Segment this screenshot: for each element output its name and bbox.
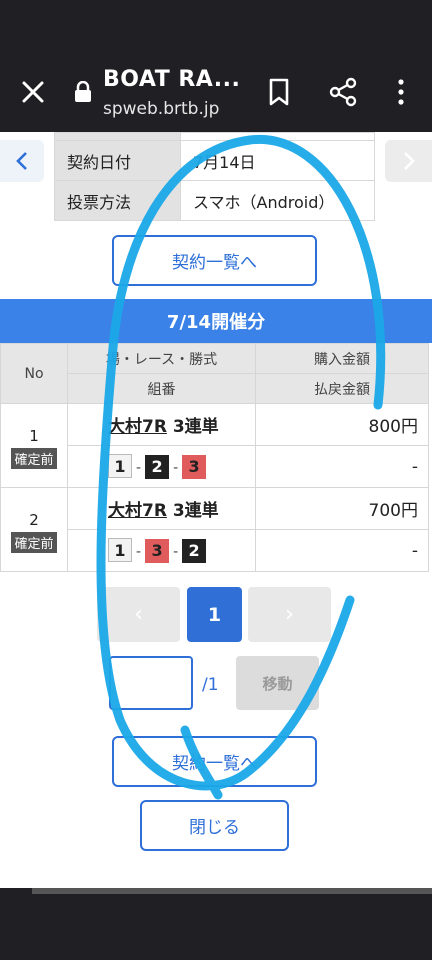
contract-list-bottom-button[interactable]: 契約一覧へ <box>112 736 317 787</box>
status-badge: 確定前 <box>11 531 57 553</box>
back-button[interactable] <box>0 140 44 182</box>
payout-amount: - <box>255 529 429 572</box>
next-page-button[interactable]: › <box>248 587 331 642</box>
boat-number: 1 <box>108 454 132 478</box>
method-value: スマホ（Android） <box>180 180 375 221</box>
purchase-amount: 700円 <box>255 487 429 530</box>
method-label: 投票方法 <box>54 180 181 221</box>
race-link[interactable]: 大村7R <box>108 501 167 521</box>
page-total: /1 <box>202 675 219 695</box>
status-badge: 確定前 <box>11 447 57 469</box>
page-title: BOAT RA... <box>103 67 241 92</box>
more-options-icon[interactable] <box>393 77 409 107</box>
header-payout: 払戻金額 <box>255 373 429 404</box>
close-button[interactable]: 閉じる <box>140 800 289 851</box>
share-icon[interactable] <box>328 77 358 107</box>
bet-type: 3連単 <box>172 501 219 521</box>
header-combo: 組番 <box>67 373 256 404</box>
prev-page-button[interactable]: ‹ <box>97 587 180 642</box>
row-no-cell: 2 確定前 <box>0 487 68 572</box>
header-no: No <box>0 343 68 404</box>
race-link[interactable]: 大村7R <box>108 417 167 437</box>
boat-number: 2 <box>182 539 207 563</box>
header-purchase: 購入金額 <box>255 343 429 374</box>
chevron-left-icon <box>16 152 27 170</box>
status-bar <box>0 0 432 55</box>
bookmark-icon[interactable] <box>266 77 292 107</box>
page-number-input[interactable] <box>109 656 193 710</box>
forward-button[interactable] <box>385 140 432 182</box>
row-number: 1 <box>29 426 39 445</box>
row-number: 2 <box>29 510 39 529</box>
boat-number: 3 <box>182 455 207 479</box>
combo-cell: 1-3-2 <box>67 529 256 572</box>
row-no-cell: 1 確定前 <box>0 403 68 488</box>
combo-cell: 1-2-3 <box>67 445 256 488</box>
scrollbar <box>32 888 432 894</box>
chevron-right-icon <box>403 152 415 170</box>
section-title: 7/14開催分 <box>0 299 432 343</box>
race-cell: 大村7R 3連単 <box>67 403 256 446</box>
contract-info-table: 契約日付 7月14日 投票方法 スマホ（Android） <box>54 132 375 221</box>
date-value: 7月14日 <box>180 140 375 181</box>
move-button[interactable]: 移動 <box>236 656 319 710</box>
page-url: spweb.brtb.jp <box>103 99 220 119</box>
current-page-button[interactable]: 1 <box>187 587 242 642</box>
boat-number: 1 <box>108 538 132 562</box>
browser-toolbar: BOAT RA... spweb.brtb.jp <box>0 55 432 132</box>
header-race: 場・レース・勝式 <box>67 343 256 374</box>
date-label: 契約日付 <box>54 140 181 181</box>
bet-type: 3連単 <box>172 417 219 437</box>
close-icon[interactable] <box>18 77 48 107</box>
boat-number: 3 <box>145 539 170 563</box>
boat-number: 2 <box>145 455 170 479</box>
purchase-amount: 800円 <box>255 403 429 446</box>
bets-table: No 場・レース・勝式 購入金額 組番 払戻金額 1 確定前 大村7R 3連単 … <box>0 343 429 572</box>
bottom-nav-bar <box>0 888 432 960</box>
lock-icon <box>75 81 91 102</box>
payout-amount: - <box>255 445 429 488</box>
race-cell: 大村7R 3連単 <box>67 487 256 530</box>
contract-list-button[interactable]: 契約一覧へ <box>112 235 317 286</box>
